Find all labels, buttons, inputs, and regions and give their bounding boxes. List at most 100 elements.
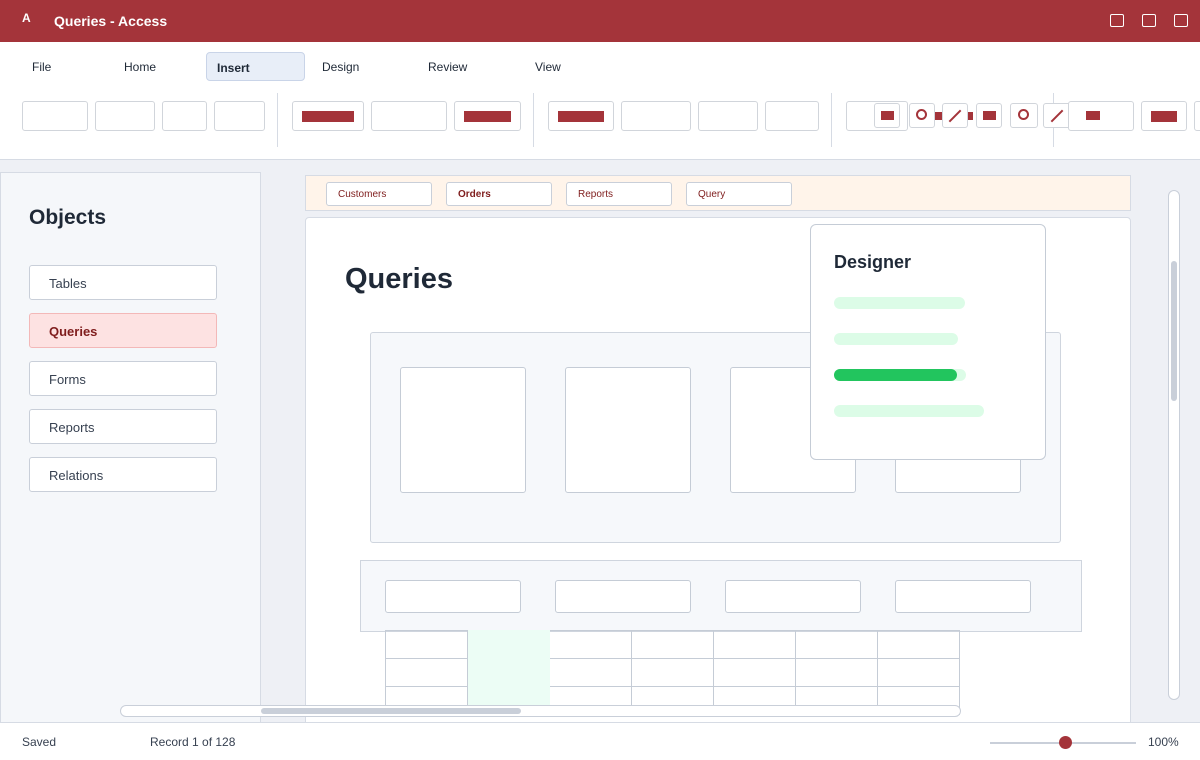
status-bar: Saved Record 1 of 128 100% bbox=[0, 722, 1200, 760]
table-row bbox=[385, 630, 960, 659]
ribbon-button[interactable] bbox=[22, 101, 88, 131]
ribbon-button[interactable] bbox=[765, 101, 819, 131]
ribbon-button[interactable] bbox=[95, 101, 155, 131]
ribbon-button-icon bbox=[1151, 111, 1177, 122]
object-item-relations[interactable]: Relations bbox=[29, 457, 217, 492]
grid-cell[interactable] bbox=[795, 658, 878, 687]
ribbon-button[interactable] bbox=[1141, 101, 1187, 131]
designer-progress-bar bbox=[834, 369, 966, 381]
doc-tab-orders[interactable]: Orders bbox=[446, 182, 552, 206]
doc-tab-query[interactable]: Query bbox=[686, 182, 792, 206]
ribbon-shape-button[interactable] bbox=[909, 103, 935, 128]
record-indicator: Record 1 of 128 bbox=[150, 735, 236, 749]
designer-title: Designer bbox=[834, 252, 912, 272]
ribbon-button[interactable] bbox=[214, 101, 265, 131]
ribbon-button[interactable] bbox=[371, 101, 447, 131]
menu-bar: File Home Insert Design Review View bbox=[0, 42, 1200, 90]
ribbon-button-icon bbox=[1086, 111, 1100, 120]
criteria-field[interactable] bbox=[895, 580, 1031, 613]
ribbon-separator bbox=[533, 93, 534, 147]
ribbon-separator bbox=[831, 93, 832, 147]
horizontal-scrollbar[interactable] bbox=[120, 705, 961, 717]
ribbon-shape-button[interactable] bbox=[1010, 103, 1038, 128]
progress-fill bbox=[834, 369, 957, 381]
ribbon-button-icon bbox=[302, 111, 354, 122]
scrollbar-thumb[interactable] bbox=[1171, 261, 1177, 401]
grid-cell[interactable] bbox=[385, 658, 468, 687]
tab-home[interactable]: Home bbox=[114, 52, 166, 81]
ribbon-shape-button[interactable] bbox=[976, 103, 1002, 128]
criteria-bar bbox=[360, 560, 1082, 632]
query-card[interactable] bbox=[400, 367, 526, 493]
objects-heading: Objects bbox=[29, 206, 107, 229]
grid-cell[interactable] bbox=[549, 630, 632, 659]
doc-tab-customers[interactable]: Customers bbox=[326, 182, 432, 206]
object-item-queries[interactable]: Queries bbox=[29, 313, 217, 348]
grid-cell[interactable] bbox=[713, 658, 796, 687]
ribbon-button[interactable] bbox=[698, 101, 758, 131]
designer-progress-bar bbox=[834, 297, 965, 309]
vertical-scrollbar[interactable] bbox=[1168, 190, 1180, 700]
criteria-field[interactable] bbox=[725, 580, 861, 613]
grid-cell[interactable] bbox=[713, 630, 796, 659]
window-minimize-icon[interactable] bbox=[1110, 14, 1124, 27]
ribbon-button[interactable] bbox=[621, 101, 691, 131]
circle-shape-icon bbox=[1018, 109, 1029, 120]
zoom-level: 100% bbox=[1148, 735, 1179, 749]
designer-panel[interactable]: Designer bbox=[810, 224, 1046, 460]
title-bar: A Queries - Access bbox=[0, 0, 1200, 42]
grid-cell[interactable] bbox=[631, 630, 714, 659]
grid-cell[interactable] bbox=[549, 658, 632, 687]
tab-view[interactable]: View bbox=[525, 52, 571, 81]
tab-insert[interactable]: Insert bbox=[206, 52, 305, 81]
grid-cell-selected[interactable] bbox=[467, 630, 550, 659]
window-maximize-icon[interactable] bbox=[1142, 14, 1156, 27]
ribbon-button[interactable] bbox=[1194, 101, 1200, 131]
ribbon-button[interactable] bbox=[548, 101, 614, 131]
rectangle-shape-icon bbox=[983, 111, 996, 120]
document-tab-strip: Customers Orders Reports Query bbox=[305, 175, 1131, 211]
object-item-forms[interactable]: Forms bbox=[29, 361, 217, 396]
tab-review[interactable]: Review bbox=[418, 52, 477, 81]
ribbon bbox=[0, 90, 1200, 160]
data-grid bbox=[385, 630, 960, 715]
tab-file[interactable]: File bbox=[22, 52, 61, 81]
grid-cell[interactable] bbox=[385, 630, 468, 659]
scrollbar-thumb[interactable] bbox=[261, 708, 521, 714]
circle-shape-icon bbox=[916, 109, 927, 120]
window-title: Queries - Access bbox=[54, 13, 168, 29]
ribbon-shape-button[interactable] bbox=[1043, 103, 1071, 128]
zoom-slider-handle[interactable] bbox=[1059, 736, 1073, 749]
ribbon-button[interactable] bbox=[162, 101, 207, 131]
ribbon-separator bbox=[277, 93, 278, 147]
save-status: Saved bbox=[22, 735, 57, 749]
line-shape-icon bbox=[1050, 109, 1064, 123]
objects-panel: Objects Tables Queries Forms Reports Rel… bbox=[0, 172, 261, 723]
grid-cell-selected[interactable] bbox=[467, 658, 550, 687]
query-card[interactable] bbox=[565, 367, 691, 493]
ribbon-button[interactable] bbox=[292, 101, 364, 131]
ribbon-button[interactable] bbox=[1068, 101, 1134, 131]
tab-design[interactable]: Design bbox=[312, 52, 369, 81]
object-item-reports[interactable]: Reports bbox=[29, 409, 217, 444]
app-icon: A bbox=[22, 11, 31, 25]
table-row bbox=[385, 658, 960, 687]
designer-progress-bar bbox=[834, 405, 984, 417]
doc-tab-reports[interactable]: Reports bbox=[566, 182, 672, 206]
window-close-icon[interactable] bbox=[1174, 14, 1188, 27]
ribbon-button-icon bbox=[464, 111, 511, 122]
rectangle-shape-icon bbox=[881, 111, 894, 120]
criteria-field[interactable] bbox=[385, 580, 521, 613]
ribbon-shape-button[interactable] bbox=[942, 103, 968, 128]
designer-progress-bar bbox=[834, 333, 958, 345]
grid-cell[interactable] bbox=[795, 630, 878, 659]
grid-cell[interactable] bbox=[877, 630, 960, 659]
grid-cell[interactable] bbox=[877, 658, 960, 687]
grid-cell[interactable] bbox=[631, 658, 714, 687]
criteria-field[interactable] bbox=[555, 580, 691, 613]
ribbon-button[interactable] bbox=[454, 101, 521, 131]
page-title: Queries bbox=[345, 263, 453, 295]
object-item-tables[interactable]: Tables bbox=[29, 265, 217, 300]
ribbon-shape-button[interactable] bbox=[874, 103, 900, 128]
rectangle-shape-icon bbox=[968, 112, 973, 120]
